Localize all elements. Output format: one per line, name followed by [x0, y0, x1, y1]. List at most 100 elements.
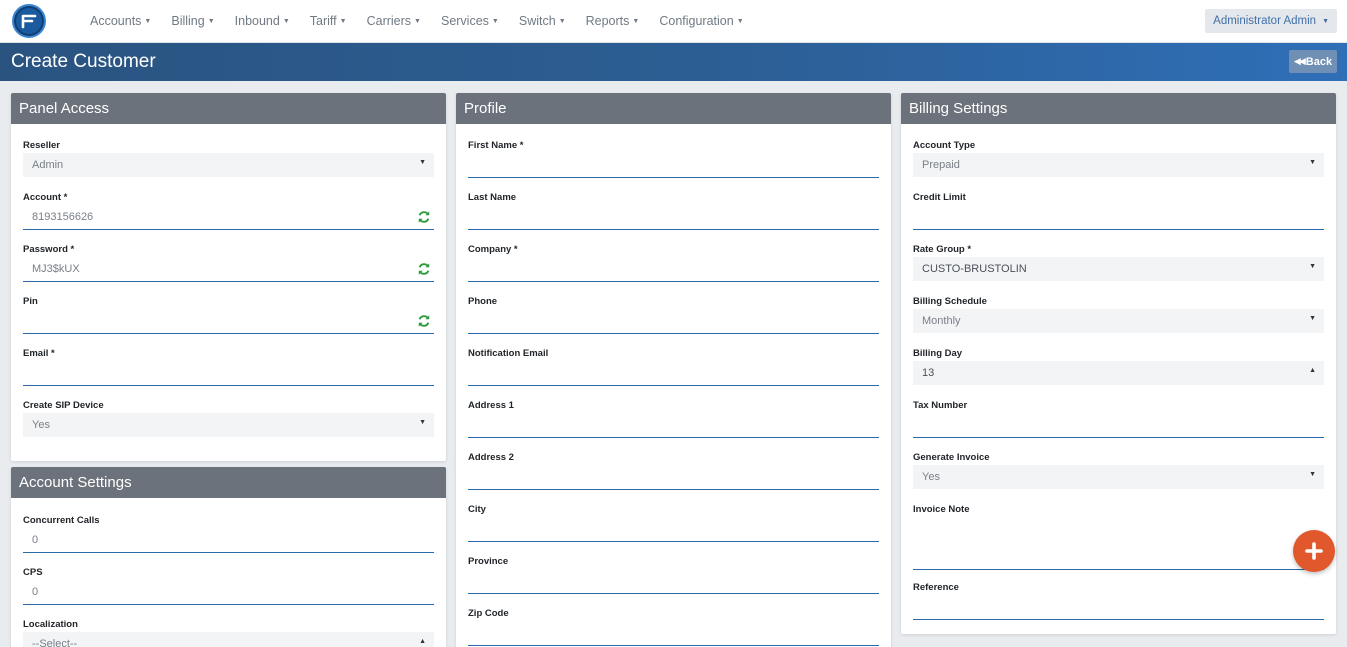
caret-down-icon: ▼ [1309, 471, 1316, 478]
company-input[interactable] [468, 258, 879, 282]
sip-device-select[interactable]: Yes ▼ [23, 413, 434, 437]
plus-icon [1305, 542, 1323, 560]
credit-limit-input[interactable] [913, 206, 1324, 230]
concurrent-calls-label: Concurrent Calls [23, 515, 100, 526]
nav-carriers-label: Carriers [366, 14, 412, 28]
sip-device-label: Create SIP Device [23, 400, 104, 411]
localization-label: Localization [23, 619, 78, 630]
account-type-value: Prepaid [922, 159, 960, 171]
nav-services[interactable]: Services ▼ [431, 0, 509, 42]
account-type-label: Account Type [913, 140, 976, 151]
nav-accounts-label: Accounts [90, 14, 142, 28]
caret-down-icon: ▼ [736, 17, 744, 25]
last-name-input[interactable] [468, 206, 879, 230]
caret-down-icon: ▼ [207, 17, 215, 25]
nav-configuration[interactable]: Configuration ▼ [649, 0, 753, 42]
email-input[interactable] [23, 362, 434, 386]
caret-down-icon: ▼ [491, 17, 499, 25]
caret-down-icon: ▼ [282, 17, 290, 25]
caret-down-icon: ▼ [339, 17, 347, 25]
cps-value: 0 [32, 586, 39, 598]
billing-day-select[interactable]: 13 ▲ [913, 361, 1324, 385]
cps-input[interactable]: 0 [23, 581, 434, 605]
cps-label: CPS [23, 567, 43, 578]
reseller-label: Reseller [23, 140, 60, 151]
page-title: Create Customer [11, 51, 156, 72]
concurrent-calls-value: 0 [32, 534, 39, 546]
reference-input[interactable] [913, 596, 1324, 620]
billing-settings-title: Billing Settings [901, 93, 1336, 124]
pin-label: Pin [23, 296, 38, 307]
fast-backward-icon: ◀◀ [1293, 56, 1306, 66]
reseller-value: Admin [32, 159, 64, 171]
account-settings-panel: Account Settings Concurrent Calls 0 CPS … [11, 467, 446, 647]
profile-panel: Profile First Name * Last Name Company *… [456, 93, 891, 647]
caret-up-icon: ▲ [1309, 367, 1316, 374]
localization-select[interactable]: --Select-- ▲ [23, 632, 434, 647]
account-input[interactable]: 8193156626 [23, 206, 434, 230]
account-type-select[interactable]: Prepaid ▼ [913, 153, 1324, 177]
back-button-label: Back [1305, 55, 1333, 68]
invoice-note-input[interactable] [913, 518, 1324, 570]
billing-schedule-select[interactable]: Monthly ▼ [913, 309, 1324, 333]
generate-invoice-select[interactable]: Yes ▼ [913, 465, 1324, 489]
billing-day-label: Billing Day [913, 348, 963, 359]
pin-input[interactable] [23, 310, 434, 334]
company-label: Company * [468, 244, 518, 255]
reference-label: Reference [913, 582, 959, 593]
tax-number-input[interactable] [913, 414, 1324, 438]
nav-inbound[interactable]: Inbound ▼ [225, 0, 300, 42]
billing-schedule-label: Billing Schedule [913, 296, 987, 307]
rate-group-select[interactable]: CUSTO-BRUSTOLIN ▼ [913, 257, 1324, 281]
caret-down-icon: ▼ [419, 159, 426, 166]
province-input[interactable] [468, 570, 879, 594]
address2-input[interactable] [468, 466, 879, 490]
nav-accounts[interactable]: Accounts ▼ [80, 0, 161, 42]
email-label: Email * [23, 348, 55, 359]
billing-settings-panel: Billing Settings Account Type Prepaid ▼ C… [901, 93, 1336, 634]
app-logo[interactable] [12, 4, 46, 38]
back-button[interactable]: ◀◀ Back [1289, 50, 1337, 73]
main-menu: Accounts ▼ Billing ▼ Inbound ▼ Tariff ▼ Carr… [80, 0, 754, 42]
address2-label: Address 2 [468, 452, 514, 463]
caret-down-icon: ▼ [144, 17, 152, 25]
user-menu[interactable]: Administrator Admin ▼ [1205, 9, 1337, 33]
caret-down-icon: ▼ [1309, 159, 1316, 166]
add-fab-button[interactable] [1293, 530, 1335, 572]
concurrent-calls-input[interactable]: 0 [23, 529, 434, 553]
account-settings-title: Account Settings [11, 467, 446, 498]
nav-switch-label: Switch [518, 14, 556, 28]
logo-mark-icon [21, 14, 37, 29]
caret-down-icon: ▼ [414, 17, 421, 25]
nav-reports[interactable]: Reports ▼ [576, 0, 650, 42]
nav-billing[interactable]: Billing ▼ [161, 0, 224, 42]
panel-access-title: Panel Access [11, 93, 446, 124]
password-input[interactable]: MJ3$kUX [23, 258, 434, 282]
refresh-icon[interactable] [417, 210, 431, 224]
address1-input[interactable] [468, 414, 879, 438]
refresh-icon[interactable] [417, 262, 431, 276]
address1-label: Address 1 [468, 400, 514, 411]
nav-tariff-label: Tariff [309, 14, 337, 28]
first-name-input[interactable] [468, 154, 879, 178]
nav-carriers[interactable]: Carriers ▼ [357, 0, 431, 42]
zip-code-input[interactable] [468, 622, 879, 646]
zip-code-label: Zip Code [468, 608, 509, 619]
caret-down-icon: ▼ [1309, 263, 1316, 270]
billing-schedule-value: Monthly [922, 315, 961, 327]
reseller-select[interactable]: Admin ▼ [23, 153, 434, 177]
notification-email-input[interactable] [468, 362, 879, 386]
city-input[interactable] [468, 518, 879, 542]
billing-day-value: 13 [922, 367, 935, 379]
phone-input[interactable] [468, 310, 879, 334]
tax-number-label: Tax Number [913, 400, 968, 411]
password-value: MJ3$kUX [32, 263, 80, 275]
nav-tariff[interactable]: Tariff ▼ [300, 0, 357, 42]
caret-down-icon: ▼ [558, 17, 566, 25]
nav-switch[interactable]: Switch ▼ [509, 0, 576, 42]
page-header: Create Customer ◀◀ Back [0, 43, 1347, 81]
refresh-icon[interactable] [417, 314, 431, 328]
account-label: Account * [23, 192, 68, 203]
nav-configuration-label: Configuration [659, 14, 734, 28]
nav-services-label: Services [440, 14, 489, 28]
